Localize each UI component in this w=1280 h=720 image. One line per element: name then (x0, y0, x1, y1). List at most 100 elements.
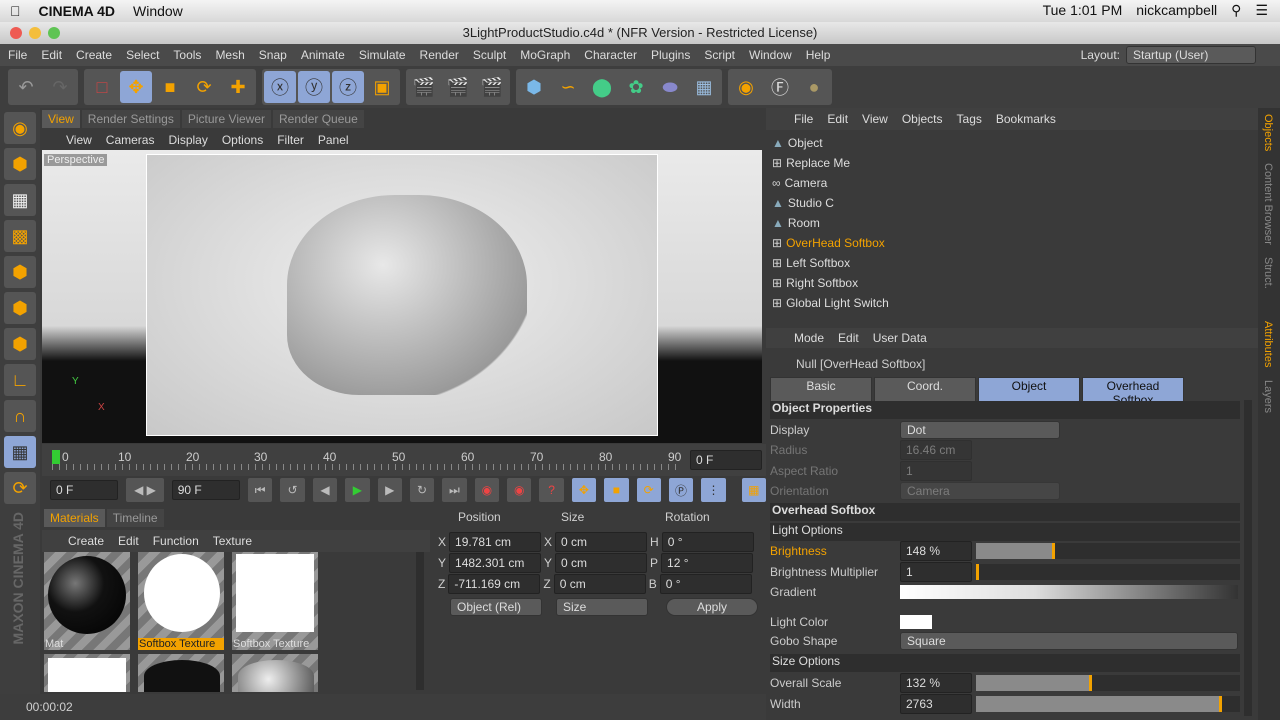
move-tool-icon[interactable]: ✥ (120, 71, 152, 103)
side-tab-struct[interactable]: Struct. (1258, 251, 1278, 295)
coordinate-system-icon[interactable]: ▣ (366, 71, 398, 103)
menu-window[interactable]: Window (749, 48, 792, 62)
coordinate-mode-select[interactable]: Object (Rel) (450, 598, 542, 616)
app-menu-name[interactable]: CINEMA 4D (39, 3, 116, 19)
rotation-b-field[interactable]: 0 ° (659, 574, 752, 594)
render-picture-viewer-icon[interactable]: 🎬 (442, 71, 474, 103)
add-tool-icon[interactable]: ✚ (222, 71, 254, 103)
material-icon[interactable]: ◉ (730, 71, 762, 103)
minimize-window-button[interactable] (29, 27, 41, 39)
layout-select[interactable]: Startup (User) (1126, 46, 1256, 64)
deformer-icon[interactable]: ⬬ (654, 71, 686, 103)
position-x-field[interactable]: 19.781 cm (449, 532, 542, 552)
object-row[interactable]: ⊞ Global Light Switch (772, 293, 1252, 313)
size-z-field[interactable]: 0 cm (553, 574, 646, 594)
rotation-p-field[interactable]: 12 ° (661, 553, 754, 573)
user-name[interactable]: nickcampbell (1136, 2, 1217, 19)
menu-simulate[interactable]: Simulate (359, 48, 406, 62)
keyframe-selection-icon[interactable]: ? (539, 478, 564, 502)
tab-timeline[interactable]: Timeline (106, 509, 164, 527)
autokey-icon[interactable]: ◉ (507, 478, 532, 502)
mac-window-menu[interactable]: Window (133, 3, 183, 19)
gobo-shape-select[interactable]: Square (900, 632, 1238, 650)
texture-mode-icon[interactable]: ▦ (4, 184, 36, 216)
polygons-mode-icon[interactable]: ⬢ (4, 328, 36, 360)
viewport-menu-cameras[interactable]: Cameras (106, 133, 155, 147)
nurbs-icon[interactable]: ⬤ (586, 71, 618, 103)
zoom-window-button[interactable] (48, 27, 60, 39)
obj-menu-objects[interactable]: Objects (902, 112, 943, 126)
menu-tools[interactable]: Tools (173, 48, 201, 62)
attr-menu-edit[interactable]: Edit (838, 331, 859, 345)
playhead[interactable] (52, 450, 60, 464)
light-icon[interactable]: ● (798, 71, 830, 103)
attr-menu-mode[interactable]: Mode (794, 331, 824, 345)
undo-icon[interactable]: ↶ (10, 71, 42, 103)
menu-character[interactable]: Character (584, 48, 637, 62)
apple-icon[interactable]:  (10, 3, 21, 19)
key-rotation-icon[interactable]: ⟳ (636, 478, 661, 502)
side-tab-layers[interactable]: Layers (1258, 374, 1278, 419)
start-frame-field[interactable]: 0 F (50, 480, 119, 500)
timeline-ruler[interactable]: 0 10 20 30 40 50 60 70 80 90 0 F (42, 444, 766, 476)
display-select[interactable]: Dot (900, 421, 1060, 439)
floor-icon[interactable]: ▦ (688, 71, 720, 103)
obj-menu-view[interactable]: View (862, 112, 888, 126)
workplane-align-icon[interactable]: ⟳ (4, 472, 36, 504)
menu-snap[interactable]: Snap (259, 48, 287, 62)
x-axis-lock-icon[interactable]: ⓧ (264, 71, 296, 103)
gradient-bar[interactable] (900, 585, 1238, 599)
object-row[interactable]: ⊞ Replace Me (772, 153, 1252, 173)
menu-select[interactable]: Select (126, 48, 159, 62)
menu-plugins[interactable]: Plugins (651, 48, 690, 62)
mograph-cloner-icon[interactable]: ✿ (620, 71, 652, 103)
menu-render[interactable]: Render (420, 48, 459, 62)
menu-help[interactable]: Help (806, 48, 831, 62)
position-y-field[interactable]: 1482.301 cm (449, 553, 542, 573)
object-row[interactable]: ▲ Room (772, 213, 1252, 233)
obj-menu-tags[interactable]: Tags (957, 112, 982, 126)
z-axis-lock-icon[interactable]: ⓩ (332, 71, 364, 103)
redo-icon[interactable]: ↷ (44, 71, 76, 103)
size-x-field[interactable]: 0 cm (555, 532, 648, 552)
viewport-menu-display[interactable]: Display (168, 133, 207, 147)
side-tab-content-browser[interactable]: Content Browser (1258, 157, 1278, 251)
object-row[interactable]: ⊞ Left Softbox (772, 253, 1252, 273)
record-key-icon[interactable]: ◉ (474, 478, 499, 502)
tab-render-settings[interactable]: Render Settings (81, 110, 180, 128)
live-selection-icon[interactable]: □ (86, 71, 118, 103)
position-z-field[interactable]: -711.169 cm (448, 574, 541, 594)
edges-mode-icon[interactable]: ⬢ (4, 292, 36, 324)
viewport-menu-panel[interactable]: Panel (318, 133, 349, 147)
viewport-menu-options[interactable]: Options (222, 133, 263, 147)
menu-sculpt[interactable]: Sculpt (473, 48, 506, 62)
brightness-multiplier-slider[interactable] (976, 564, 1240, 580)
mat-menu-function[interactable]: Function (153, 534, 199, 548)
size-mode-select[interactable]: Size (556, 598, 648, 616)
tab-materials[interactable]: Materials (44, 509, 105, 527)
3d-viewport[interactable]: Perspective Y X (42, 150, 762, 443)
axis-mode-icon[interactable]: ∟ (4, 364, 36, 396)
expand-icon[interactable]: ⊞ (772, 156, 782, 170)
previous-frame-icon[interactable]: ◀ (312, 478, 338, 502)
side-tab-attributes[interactable]: Attributes (1258, 315, 1278, 373)
width-slider[interactable] (976, 696, 1240, 712)
menu-create[interactable]: Create (76, 48, 112, 62)
size-y-field[interactable]: 0 cm (555, 553, 648, 573)
brightness-field[interactable]: 148 % (900, 541, 972, 561)
tab-render-queue[interactable]: Render Queue (273, 110, 364, 128)
object-row[interactable]: ⊞ Right Softbox (772, 273, 1252, 293)
brightness-multiplier-field[interactable]: 1 (900, 562, 972, 582)
menu-mograph[interactable]: MoGraph (520, 48, 570, 62)
expand-icon[interactable]: ⊞ (772, 296, 782, 310)
light-color-swatch[interactable] (900, 615, 932, 629)
next-key-icon[interactable]: ↻ (409, 478, 435, 502)
next-frame-icon[interactable]: ▶ (377, 478, 402, 502)
render-region[interactable] (146, 154, 658, 436)
material-thumbnail[interactable]: Mat (44, 552, 130, 650)
menu-edit[interactable]: Edit (41, 48, 62, 62)
fx-icon[interactable]: Ⓕ (764, 71, 796, 103)
scale-tool-icon[interactable]: ■ (154, 71, 186, 103)
material-thumbnail[interactable]: Softbox Texture (232, 552, 318, 650)
cube-icon[interactable]: ⬢ (518, 71, 550, 103)
